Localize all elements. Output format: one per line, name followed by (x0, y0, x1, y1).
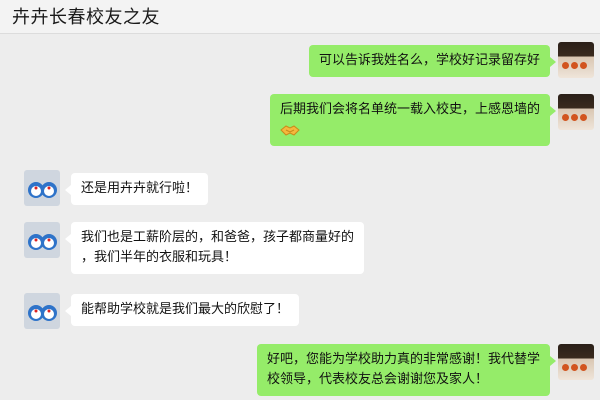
message-text: ，我们半年的衣服和玩具！ (81, 250, 238, 265)
avatar[interactable] (558, 344, 594, 380)
message-text: 好吧，您能为学校助力真的非常感谢！我代替学 (266, 352, 540, 367)
handshake-icon (280, 124, 300, 136)
chat-header: 卉卉长春校友之友 (0, 0, 600, 34)
avatar[interactable] (24, 293, 60, 329)
avatar[interactable] (558, 42, 594, 78)
message-text: 还是用卉卉就行啦！ (81, 181, 199, 196)
message-list[interactable]: 可以告诉我姓名么，学校好记录留存好 后期我们会将名单统一载入校史，上感恩墙的 还… (0, 34, 600, 400)
chat-title: 卉卉长春校友之友 (12, 7, 160, 28)
message-text: 后期我们会将名单统一载入校史，上感恩墙的 (279, 102, 540, 117)
message-text: 我们也是工薪阶层的，和爸爸，孩子都商量好的 (81, 230, 355, 245)
message-bubble[interactable]: 我们也是工薪阶层的，和爸爸，孩子都商量好的 ，我们半年的衣服和玩具！ (64, 222, 365, 274)
message-bubble[interactable]: 还是用卉卉就行啦！ (64, 173, 209, 205)
avatar[interactable] (558, 94, 594, 130)
message-text: 可以告诉我姓名么，学校好记录留存好 (318, 53, 540, 68)
message-bubble[interactable]: 能帮助学校就是我们最大的欣慰了！ (64, 294, 300, 326)
message-text: 能帮助学校就是我们最大的欣慰了！ (81, 302, 290, 317)
avatar[interactable] (24, 170, 60, 206)
message-bubble[interactable]: 可以告诉我姓名么，学校好记录留存好 (308, 45, 557, 77)
message-bubble[interactable]: 好吧，您能为学校助力真的非常感谢！我代替学 校领导，代表校友总会谢谢您及家人！ (256, 344, 557, 396)
message-bubble[interactable]: 后期我们会将名单统一载入校史，上感恩墙的 (269, 94, 557, 146)
message-text: 校领导，代表校友总会谢谢您及家人！ (266, 372, 488, 387)
avatar[interactable] (24, 222, 60, 258)
